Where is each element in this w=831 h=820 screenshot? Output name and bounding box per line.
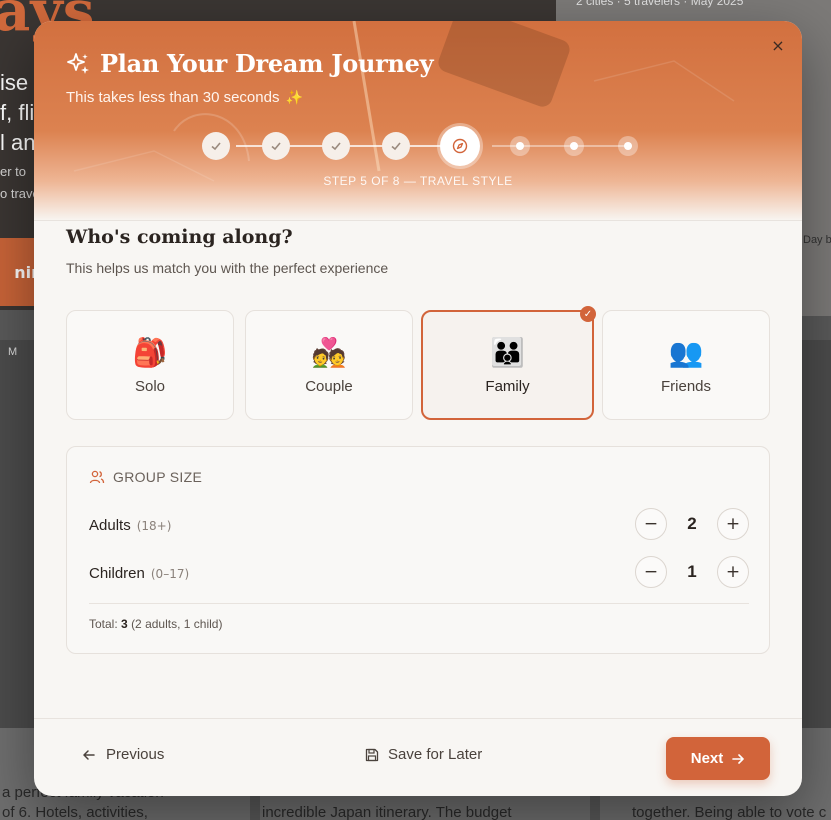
adults-hint: (18+) — [136, 518, 172, 533]
previous-button[interactable]: Previous — [82, 746, 164, 763]
option-couple[interactable]: 💑 Couple — [245, 310, 413, 420]
group-size-header: GROUP SIZE — [89, 469, 202, 485]
adults-label-group: Adults (18+) — [89, 515, 171, 534]
header-divider — [34, 220, 802, 221]
plus-icon: + — [725, 562, 741, 582]
minus-icon: − — [643, 514, 659, 534]
arrow-right-icon — [732, 753, 745, 764]
question-subtitle: This helps us match you with the perfect… — [66, 260, 389, 276]
background-card-text: incredible Japan itinerary. The budget — [262, 804, 512, 820]
total-summary: Total: 3 (2 adults, 1 child) — [89, 617, 222, 631]
option-label: Solo — [134, 377, 166, 395]
background-line: ise — [0, 70, 29, 95]
children-controls: − 1 + — [635, 556, 749, 588]
total-value: 3 — [121, 617, 128, 631]
adults-decrement-button[interactable]: − — [635, 508, 667, 540]
backpack-icon: 🎒 — [132, 335, 168, 369]
step-4-complete[interactable] — [382, 132, 410, 160]
users-icon — [89, 470, 105, 484]
check-icon — [331, 142, 341, 151]
minus-icon: − — [643, 562, 659, 582]
children-increment-button[interactable]: + — [717, 556, 749, 588]
modal-title: Plan Your Dream Journey — [100, 49, 434, 78]
modal-subtitle-row: This takes less than 30 seconds ✨ — [66, 89, 303, 106]
total-label: Total: — [89, 617, 118, 631]
friends-icon: 👥 — [668, 335, 704, 369]
step-8-upcoming — [618, 136, 638, 156]
adults-label: Adults — [89, 516, 131, 534]
background-card-text: of 6. Hotels, activities, — [2, 804, 148, 820]
sparkle-icon: ✨ — [285, 89, 303, 105]
background-line: l an — [0, 130, 36, 155]
traveler-type-options: 🎒 Solo 💑 Couple 👪 Family ✓ 👥 Friends — [66, 306, 770, 422]
family-icon: 👪 — [490, 335, 525, 369]
option-label: Family — [485, 377, 530, 395]
trip-planner-modal: × Plan Your Dream Journey This takes les… — [34, 21, 802, 796]
plus-icon: + — [725, 514, 741, 534]
compass-icon — [452, 138, 468, 154]
step-1-complete[interactable] — [202, 132, 230, 160]
adults-controls: − 2 + — [635, 508, 749, 540]
group-size-title: GROUP SIZE — [113, 469, 203, 485]
couple-icon: 💑 — [311, 335, 347, 369]
adults-increment-button[interactable]: + — [717, 508, 749, 540]
next-label: Next — [690, 750, 724, 767]
option-family[interactable]: 👪 Family ✓ — [421, 306, 596, 420]
step-3-complete[interactable] — [322, 132, 350, 160]
group-divider — [89, 603, 749, 604]
option-friends[interactable]: 👥 Friends — [602, 310, 770, 420]
step-caption: STEP 5 OF 8 — TRAVEL STYLE — [323, 174, 513, 188]
step-5-current[interactable] — [440, 126, 480, 166]
background-card-text: together. Being able to vote c — [632, 804, 827, 820]
children-label-group: Children (0–17) — [89, 563, 189, 582]
option-solo[interactable]: 🎒 Solo — [66, 310, 234, 420]
question-title: Who's coming along? — [66, 226, 293, 248]
sparkles-icon — [67, 52, 89, 74]
background-side-label: M — [8, 346, 18, 358]
check-icon — [211, 142, 221, 151]
close-button[interactable]: × — [768, 35, 788, 55]
check-icon — [271, 142, 281, 151]
next-button[interactable]: Next — [666, 737, 770, 780]
children-decrement-button[interactable]: − — [635, 556, 667, 588]
modal-title-row: Plan Your Dream Journey — [66, 49, 434, 78]
save-for-later-label: Save for Later — [388, 746, 483, 763]
background-meta: 2 cities · 5 travelers · May 2025 — [576, 0, 744, 8]
adults-value: 2 — [687, 514, 697, 533]
option-label: Friends — [660, 377, 712, 395]
previous-label: Previous — [106, 746, 165, 763]
save-icon — [365, 748, 379, 761]
group-size-card: GROUP SIZE Adults (18+) − 2 + Children (0–… — [66, 446, 770, 654]
option-label: Couple — [305, 377, 353, 395]
children-counter: Children (0–17) − 1 + — [89, 555, 749, 589]
children-hint: (0–17) — [150, 566, 190, 581]
adults-counter: Adults (18+) − 2 + — [89, 507, 749, 541]
step-7-upcoming — [564, 136, 584, 156]
background-day-label: Day b — [803, 234, 831, 246]
children-value: 1 — [687, 562, 697, 581]
step-2-complete[interactable] — [262, 132, 290, 160]
selected-check-icon: ✓ — [580, 306, 596, 322]
total-detail: (2 adults, 1 child) — [131, 617, 223, 631]
footer-divider — [34, 718, 802, 719]
close-icon: × — [771, 35, 785, 55]
progress-stepper — [202, 126, 638, 166]
background-line: er to — [0, 164, 27, 179]
arrow-left-icon — [83, 749, 95, 760]
step-6-upcoming — [510, 136, 530, 156]
save-for-later-button[interactable]: Save for Later — [364, 746, 482, 763]
check-icon — [391, 142, 401, 151]
children-label: Children — [89, 564, 145, 582]
modal-subtitle: This takes less than 30 seconds — [66, 89, 280, 106]
